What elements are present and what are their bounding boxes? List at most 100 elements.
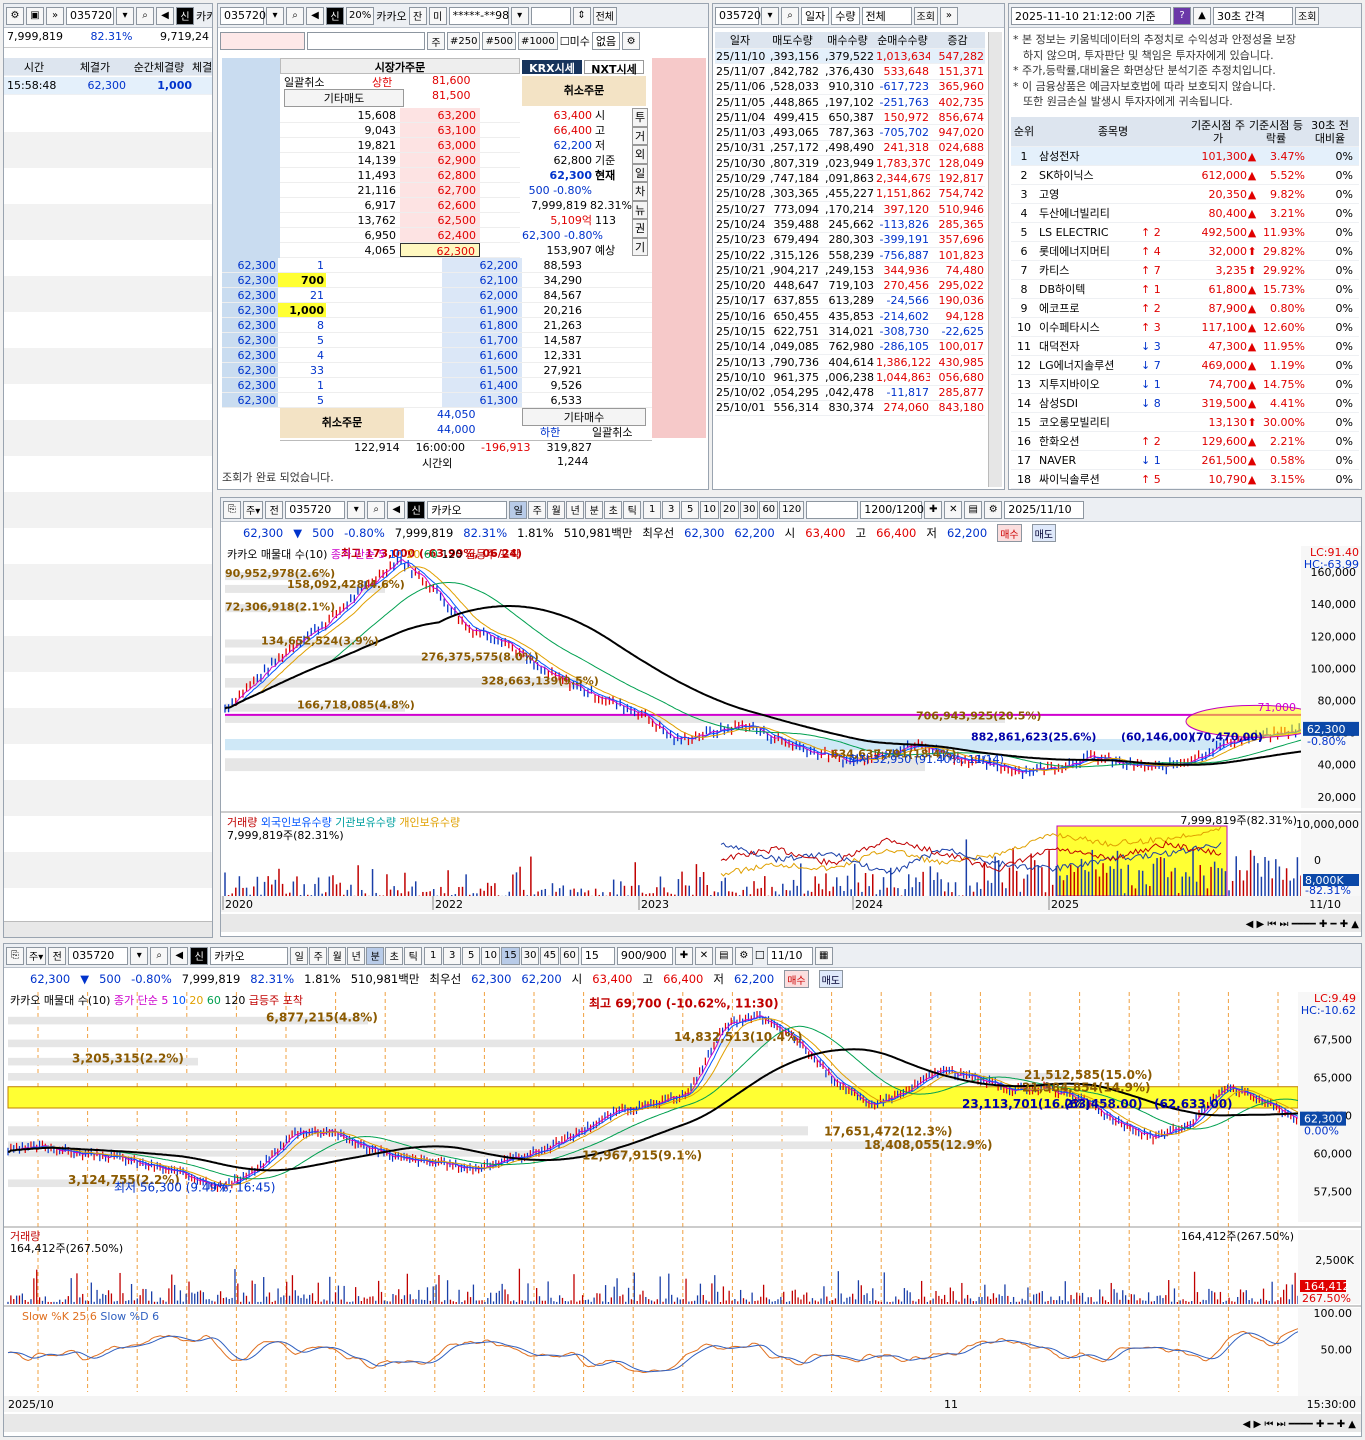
ask-row[interactable]: 4,065 62,300 <box>280 243 520 258</box>
count-input[interactable]: 900/900 <box>616 946 673 965</box>
interval-button[interactable]: 20 <box>719 500 739 519</box>
all-select[interactable]: 전 <box>265 500 284 519</box>
save-icon[interactable]: ▤ <box>964 500 983 519</box>
period-button[interactable]: 분 <box>366 946 385 965</box>
daily-row[interactable]: 25/10/23 679,494 280,303 -399,191 357,696 <box>715 233 985 248</box>
ranking-row[interactable]: 3 고영 20,350 ▲ 9.82% 0% <box>1011 185 1359 204</box>
date-input[interactable]: 11/10 <box>766 946 813 965</box>
cross-icon[interactable]: ✕ <box>944 500 963 519</box>
interval-button[interactable]: 3 <box>662 500 681 519</box>
buy-button[interactable]: 매수 <box>997 524 1022 542</box>
daily-row[interactable]: 25/10/20 448,647 719,103 270,456 295,022 <box>715 278 985 294</box>
chart2-scroll-bar[interactable] <box>4 1414 1361 1432</box>
daily-row[interactable]: 25/10/02 ,054,295 ,042,478 -11,817 285,877 <box>715 386 985 401</box>
side-tab[interactable]: 투 <box>632 108 648 127</box>
period-button[interactable]: 초 <box>385 946 404 965</box>
count-input[interactable]: 1200/1200 <box>860 500 924 519</box>
period-button[interactable]: 월 <box>547 500 566 519</box>
daily-row[interactable]: 25/10/14 ,049,085 762,980 -286,105 100,017 <box>715 340 985 355</box>
lock-icon[interactable]: ▣ <box>26 6 44 25</box>
qty-500[interactable]: #500 <box>482 32 516 50</box>
chart1-name[interactable]: 카카오 <box>427 500 508 519</box>
sound-icon[interactable]: ◀ <box>156 6 174 25</box>
daily-row[interactable]: 25/10/17 637,855 613,289 -24,566 190,036 <box>715 294 985 310</box>
side-tab[interactable]: 차 <box>632 182 648 201</box>
gear-icon[interactable]: ⚙ <box>622 32 641 50</box>
ranking-row[interactable]: 12 LG에너지솔루션 ↓ 7 469,000 ▲ 1.19% 0% <box>1011 356 1359 375</box>
ranking-row[interactable]: 9 에코프로 ↑ 2 87,900 ▲ 0.80% 0% <box>1011 299 1359 318</box>
daily-row[interactable]: 25/10/13 ,790,736 404,614 1,386,122 430,985 <box>715 355 985 371</box>
ranking-query-button[interactable]: 조회 <box>1295 6 1320 25</box>
daily-row[interactable]: 25/11/06 ,528,033 910,310 -617,723 365,960 <box>715 80 985 95</box>
week-select[interactable]: 주▾ <box>26 946 47 965</box>
password-input[interactable] <box>530 6 571 25</box>
gear-icon[interactable]: ⚙ <box>984 500 1003 519</box>
search-icon[interactable]: ⌕ <box>367 500 386 519</box>
daily-row[interactable]: 25/11/07 ,842,782 ,376,430 533,648 151,371 <box>715 64 985 80</box>
period-button[interactable]: 년 <box>347 946 366 965</box>
all-button[interactable]: 전체 <box>592 6 618 25</box>
period-button[interactable]: 주 <box>528 500 547 519</box>
interval-button[interactable]: 10 <box>481 946 500 965</box>
daily-price-chart[interactable]: 최고 173,000 (-63.99%, 06/24)90,952,978(2.… <box>221 546 1361 936</box>
ask-row[interactable]: 15,608 63,200 <box>280 108 520 123</box>
chevron-down-icon[interactable]: ▾ <box>347 500 366 519</box>
sell-button[interactable]: 매도 <box>1031 524 1056 542</box>
period-button[interactable]: 초 <box>604 500 623 519</box>
interval-button[interactable]: 10 <box>700 500 719 519</box>
daily-scrollbar[interactable] <box>988 32 1002 487</box>
ranking-row[interactable]: 14 삼성SDI ↓ 8 319,500 ▲ 4.41% 0% <box>1011 394 1359 413</box>
market-order-button[interactable]: 시장가주문 <box>280 58 520 74</box>
daily-sel-date[interactable]: 일자 <box>801 6 830 25</box>
date-input[interactable]: 2025/11/10 <box>1004 500 1085 519</box>
ask-row[interactable]: 21,116 62,700 <box>280 183 520 198</box>
sound-icon[interactable]: ◀ <box>306 6 324 25</box>
ranking-row[interactable]: 17 NAVER ↓ 1 261,500 ▲ 0.58% 0% <box>1011 451 1359 470</box>
period-button[interactable]: 분 <box>585 500 604 519</box>
bid-row[interactable]: 62,300 21 62,000 84,567 <box>222 288 652 303</box>
ob-code-input[interactable]: 035720 <box>220 6 266 25</box>
tick-row[interactable]: 15:58:48 62,300 1,000 <box>4 77 212 95</box>
ranking-row[interactable]: 10 이수페타시스 ↑ 3 117,100 ▲ 12.60% 0% <box>1011 318 1359 337</box>
ranking-row[interactable]: 8 DB하이텍 ↑ 1 61,800 ▲ 15.73% 0% <box>1011 280 1359 299</box>
margin-pct[interactable]: 20% <box>346 6 375 25</box>
chevron-down-icon[interactable]: ▾ <box>266 6 284 25</box>
search-icon[interactable]: ⌕ <box>781 6 799 25</box>
range-input[interactable] <box>806 500 859 519</box>
side-tab[interactable]: 외 <box>632 145 648 164</box>
daily-row[interactable]: 25/10/24 359,488 245,662 -113,826 285,365 <box>715 217 985 233</box>
cancel-all-label[interactable]: 일괄취소 <box>284 74 324 90</box>
cancel-all-bottom[interactable]: 일괄취소 <box>592 424 632 440</box>
daily-row[interactable]: 25/10/22 ,315,126 558,239 -756,887 101,823 <box>715 248 985 264</box>
sound-icon[interactable]: ◀ <box>387 500 406 519</box>
price-input[interactable] <box>220 32 305 50</box>
date-checkbox[interactable]: ☐ <box>755 949 765 962</box>
ranking-datetime[interactable]: 2025-11-10 21:12:00 기준 <box>1011 6 1171 25</box>
period-button[interactable]: 주 <box>309 946 328 965</box>
condition-select[interactable]: 없음 <box>591 32 621 50</box>
chart2-code-input[interactable]: 035720 <box>68 946 129 965</box>
interval-button[interactable]: 1 <box>424 946 443 965</box>
bid-row[interactable]: 62,300 1 62,200 88,593 <box>222 258 652 273</box>
daily-row[interactable]: 25/10/27 773,094 ,170,214 397,120 510,946 <box>715 202 985 218</box>
chevron-down-icon[interactable]: ▾ <box>130 946 149 965</box>
daily-row[interactable]: 25/10/10 961,375 ,006,238 1,044,863 056,680 <box>715 370 985 386</box>
nxt-tab[interactable]: NXT시세 <box>584 60 644 76</box>
interval-button[interactable]: 5 <box>462 946 481 965</box>
daily-row[interactable]: 25/10/30 ,807,319 ,023,949 1,783,370 128,049 <box>715 156 985 172</box>
period-button[interactable]: 일 <box>509 500 528 519</box>
ask-row[interactable]: 19,821 63,000 <box>280 138 520 153</box>
arrows-icon[interactable]: ⇕ <box>572 6 591 25</box>
gear-icon[interactable]: ⚙ <box>734 946 753 965</box>
help-icon[interactable]: ? <box>1173 6 1191 25</box>
up-icon[interactable]: ▲ <box>1193 6 1211 25</box>
ranking-row[interactable]: 7 카티스 ↑ 7 3,235 ⬆ 29.92% 0% <box>1011 261 1359 280</box>
misu-checkbox[interactable]: ☐미수 <box>560 33 590 49</box>
krx-tab[interactable]: KRX시세 <box>522 60 582 75</box>
daily-row[interactable]: 25/10/28 ,303,365 ,455,227 1,151,862 754,742 <box>715 187 985 202</box>
bid-row[interactable]: 62,300 8 61,800 21,263 <box>222 318 652 333</box>
interval-select[interactable]: 30초 간격 <box>1213 6 1293 25</box>
mi-button[interactable]: 미 <box>428 6 447 25</box>
ask-row[interactable]: 9,043 63,100 <box>280 123 520 138</box>
interval-button[interactable]: 60 <box>560 946 579 965</box>
